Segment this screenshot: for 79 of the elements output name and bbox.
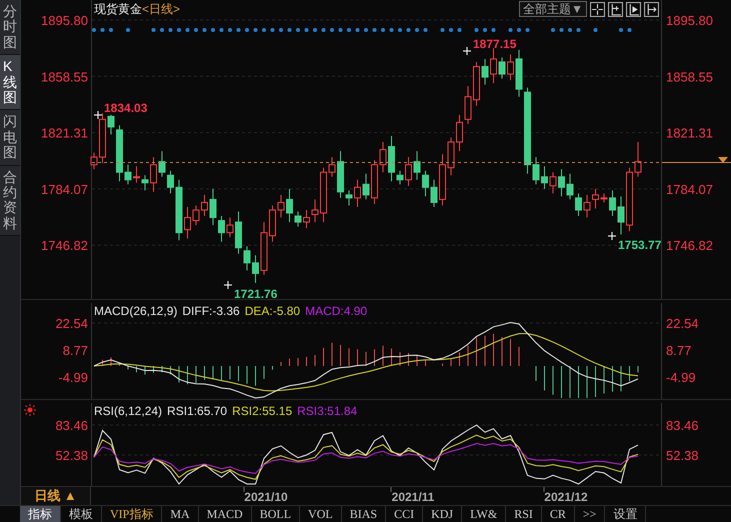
price-extreme-label: 1877.15 xyxy=(473,37,516,51)
candlestick xyxy=(575,192,582,217)
price-axis-label: 1895.80 xyxy=(41,13,88,28)
candlestick xyxy=(210,188,216,226)
price-axis-label: 1784.07 xyxy=(41,182,88,197)
indicator-title: RSI(6,12,24) xyxy=(94,404,162,418)
candlestick xyxy=(362,173,370,200)
candlestick xyxy=(142,174,148,191)
indicator-tab[interactable]: 指标 xyxy=(20,506,61,522)
price-axis-label: 1821.31 xyxy=(41,126,88,141)
candlestick xyxy=(498,56,506,80)
candlestick xyxy=(108,114,114,135)
price-marker-icon xyxy=(462,46,472,56)
macd-axis-label: 8.77 xyxy=(62,343,88,358)
macd-axis-label: 22.54 xyxy=(666,316,699,331)
candlestick xyxy=(286,188,293,223)
price-axis-label: 1784.07 xyxy=(666,182,713,197)
rsi-axis-label: 52.38 xyxy=(55,448,88,463)
price-extreme-label: 1834.03 xyxy=(104,101,148,115)
price-axis-label: 1858.55 xyxy=(666,69,713,84)
candlestick xyxy=(226,217,234,238)
side-tab[interactable]: 分时图 xyxy=(0,0,20,56)
date-label: 2021/12 xyxy=(544,490,588,504)
candlestick xyxy=(396,170,404,185)
candlestick xyxy=(405,156,412,186)
rsi-axis-label: 83.46 xyxy=(666,418,699,433)
indicator-value: RSI1:65.70 xyxy=(167,404,228,418)
period-label: <日线> xyxy=(142,1,180,18)
candlestick xyxy=(414,150,420,180)
side-tab[interactable]: K线图 xyxy=(0,55,20,110)
price-axis-label: 1895.80 xyxy=(666,13,713,28)
crosshair-icon[interactable] xyxy=(590,2,605,16)
current-price-marker xyxy=(662,162,731,163)
macd-axis-label: 22.54 xyxy=(55,316,88,331)
indicator-title: MACD(26,12,9) xyxy=(94,304,178,318)
candlestick xyxy=(490,48,497,84)
indicator-value: MACD:4.90 xyxy=(305,304,368,318)
price-axis-label: 1858.55 xyxy=(41,69,88,84)
candlestick xyxy=(507,54,514,81)
candlestick xyxy=(218,216,225,242)
price-extreme-label: 1753.77 xyxy=(618,238,662,252)
macd-axis-label: 8.77 xyxy=(666,343,692,358)
candlestick xyxy=(482,58,488,86)
play-icon[interactable] xyxy=(626,2,641,16)
zoom-range-icon[interactable] xyxy=(608,2,623,16)
candlestick xyxy=(150,156,157,192)
macd-axis-label: -4.99 xyxy=(666,370,696,385)
candlestick xyxy=(303,209,310,229)
price-marker-icon xyxy=(224,280,232,290)
indicator-value: RSI3:51.84 xyxy=(297,404,358,418)
candlestick xyxy=(133,166,140,184)
rsi-axis-label: 83.46 xyxy=(55,418,88,433)
indicator-value: DEA:-5.80 xyxy=(244,304,300,318)
price-axis-label: 1746.82 xyxy=(666,238,713,254)
candlestick xyxy=(346,190,352,206)
price-marker-icon xyxy=(94,110,102,120)
date-label: 2021/10 xyxy=(244,490,288,504)
candlestick xyxy=(584,194,590,218)
indicator-value: RSI2:55.15 xyxy=(232,404,292,418)
rsi-axis-label: 52.38 xyxy=(666,448,699,463)
indicator-settings-icon[interactable] xyxy=(24,404,36,416)
date-label: 2021/11 xyxy=(392,490,434,504)
period-button[interactable]: 日线 ▲ xyxy=(21,487,91,505)
macd-axis-label: -4.99 xyxy=(58,370,88,385)
price-axis-label: 1821.31 xyxy=(666,126,713,141)
candlestick xyxy=(294,211,302,228)
move-right-icon[interactable] xyxy=(644,2,659,16)
candlestick xyxy=(550,172,556,194)
price-marker-icon xyxy=(608,232,616,240)
side-tab[interactable]: 闪电图 xyxy=(0,110,20,166)
price-extreme-label: 1721.76 xyxy=(234,287,278,299)
price-axis-label: 1746.82 xyxy=(41,238,88,254)
indicator-value: DIFF:-3.36 xyxy=(182,304,240,318)
side-tab[interactable]: 合约资料 xyxy=(0,166,20,236)
candlestick xyxy=(354,179,361,208)
theme-dropdown[interactable]: 全部主题▼ xyxy=(519,1,587,17)
candlestick xyxy=(158,150,166,178)
price-pointer-icon xyxy=(718,157,728,163)
chart-title: 现货黄金 xyxy=(94,1,142,18)
